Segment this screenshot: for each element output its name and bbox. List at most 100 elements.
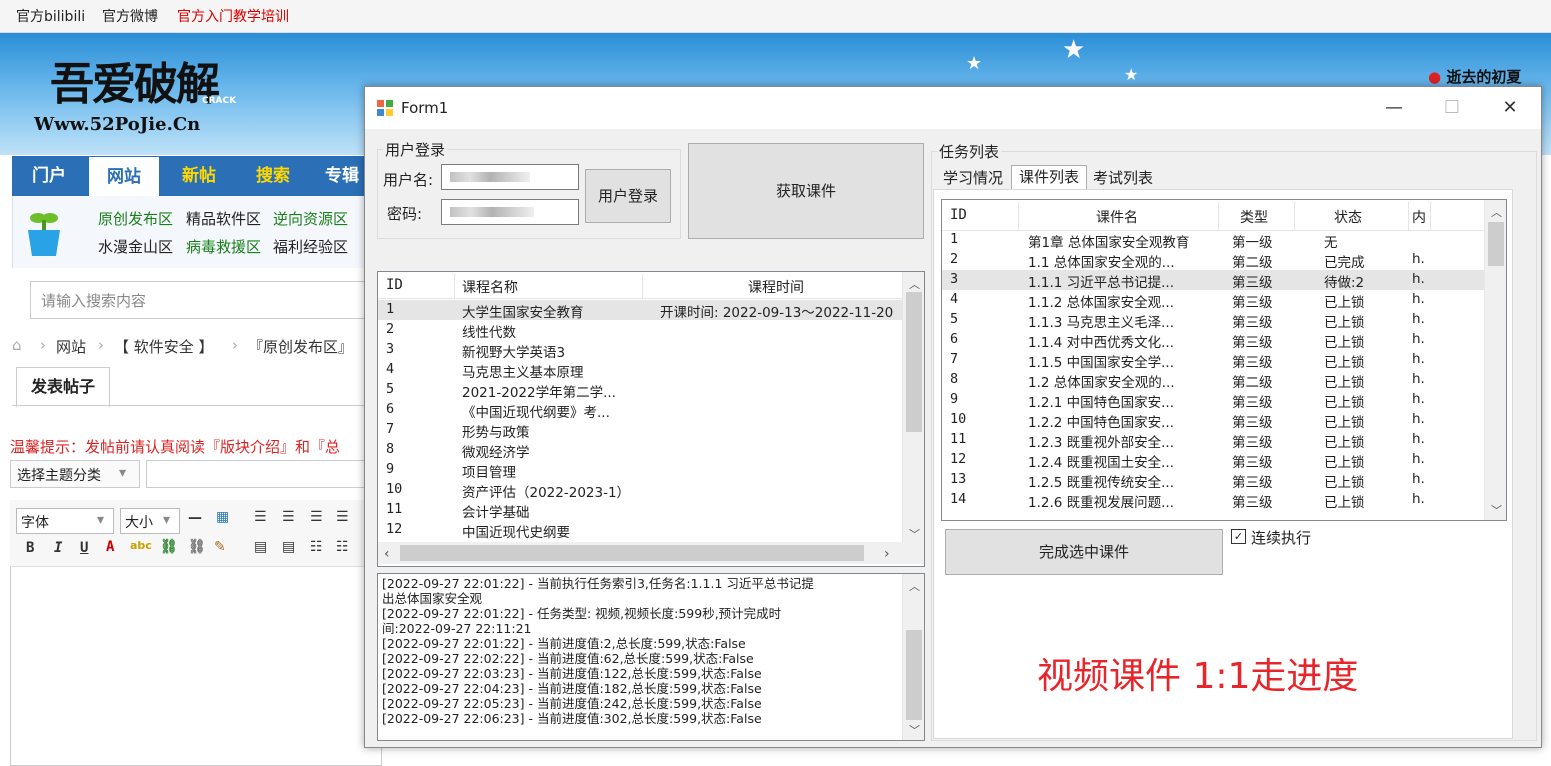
scroll-down-icon[interactable]: ﹀	[909, 526, 920, 542]
table-row[interactable]: 2 1.1 总体国家安全观的... 第二级 已完成 h.	[942, 250, 1506, 271]
col-header[interactable]: 课件名	[1096, 207, 1138, 227]
table-row[interactable]: 4 1.1.2 总体国家安全观... 第三级 已上锁 h.	[942, 290, 1506, 311]
table-row[interactable]: 9 1.2.1 中国特色国家安... 第三级 已上锁 h.	[942, 390, 1506, 411]
minimize-icon[interactable]: —	[1365, 87, 1423, 129]
nav-site[interactable]: 网站	[88, 156, 160, 197]
align-left-icon[interactable]: ☰	[254, 509, 267, 525]
table-row[interactable]: 1 大学生国家安全教育 开课时间: 2022-09-13～2022-11-20	[378, 300, 924, 321]
col-header[interactable]: 内	[1412, 207, 1426, 227]
table-row[interactable]: 6 1.1.4 对中西优秀文化... 第三级 已上锁 h.	[942, 330, 1506, 351]
tab-study-status[interactable]: 学习情况	[939, 167, 1007, 189]
table-row[interactable]: 4 马克思主义基本原理	[378, 360, 924, 381]
scroll-up-icon[interactable]: ︿	[909, 276, 920, 292]
table-row[interactable]: 7 1.1.5 中国国家安全学... 第三级 已上锁 h.	[942, 350, 1506, 371]
table-row[interactable]: 8 1.2 总体国家安全观的... 第二级 已上锁 h.	[942, 370, 1506, 391]
col-header[interactable]: 状态	[1334, 207, 1362, 227]
table-row[interactable]: 10 1.2.2 中国特色国家安... 第三级 已上锁 h.	[942, 410, 1506, 431]
maximize-icon[interactable]: ☐	[1423, 87, 1481, 129]
col-header[interactable]: 课程名称	[462, 277, 518, 297]
link-training[interactable]: 官方入门教学培训	[177, 6, 289, 26]
crumb-security[interactable]: 【 软件安全 】	[114, 336, 214, 357]
tab-post[interactable]: 发表帖子	[16, 367, 110, 408]
nav-albums[interactable]: 专辑	[312, 156, 372, 196]
col-header[interactable]: 类型	[1240, 207, 1268, 227]
table-row[interactable]: 12 中国近现代史纲要	[378, 520, 924, 541]
table-row[interactable]: 11 会计学基础	[378, 500, 924, 521]
table-row[interactable]: 14 1.2.6 既重视发展问题... 第三级 已上锁 h.	[942, 490, 1506, 511]
hr-icon[interactable]: —	[188, 510, 202, 526]
username-field[interactable]	[441, 164, 579, 190]
col-header[interactable]: 课程时间	[748, 277, 804, 297]
align-justify-icon[interactable]: ☰	[336, 509, 349, 525]
subnav-reverse[interactable]: 逆向资源区	[273, 208, 348, 229]
spellcheck-icon[interactable]: abc	[130, 539, 152, 552]
course-list[interactable]: ID 课程名称 课程时间 1 大学生国家安全教育 开课时间: 2022-09-13～…	[377, 271, 925, 567]
close-icon[interactable]: ✕	[1481, 87, 1539, 129]
subnav-welfare[interactable]: 福利经验区	[273, 236, 348, 257]
crumb-site[interactable]: 网站	[56, 336, 86, 357]
scroll-left-icon[interactable]: ‹	[384, 546, 390, 562]
continuous-checkbox[interactable]: ✓	[1231, 529, 1246, 544]
search-input[interactable]: 请输入搜索内容	[30, 281, 372, 319]
crumb-original[interactable]: 『原创发布区』	[248, 336, 353, 357]
col-header[interactable]: ID	[386, 277, 403, 293]
align-center-icon[interactable]: ☰	[282, 509, 295, 525]
scroll-up-icon[interactable]: ︿	[1491, 204, 1502, 220]
ordered-list-icon[interactable]: ☷	[310, 539, 323, 555]
link-icon[interactable]: ⛓	[160, 539, 178, 555]
user-name-link[interactable]: ● 逝去的初夏	[1428, 66, 1521, 87]
category-select[interactable]: 选择主题分类 ▾	[10, 460, 140, 488]
link-bilibili[interactable]: 官方bilibili	[16, 6, 85, 26]
scroll-thumb[interactable]	[906, 630, 922, 720]
complete-selected-button[interactable]: 完成选中课件	[945, 529, 1223, 575]
font-color-icon[interactable]: A	[106, 539, 114, 555]
fetch-courseware-button[interactable]: 获取课件	[688, 143, 924, 239]
vertical-scrollbar[interactable]: ︿ ﹀	[1484, 200, 1506, 520]
site-logo[interactable]: 吾爱破解 CRACK Www.52PoJie.Cn	[32, 48, 272, 140]
scroll-thumb[interactable]	[1488, 222, 1504, 266]
scroll-thumb[interactable]	[400, 545, 864, 561]
table-row[interactable]: 7 形势与政策	[378, 420, 924, 441]
table-icon[interactable]: ▦	[216, 509, 229, 525]
table-row[interactable]: 3 新视野大学英语3	[378, 340, 924, 361]
vertical-scrollbar[interactable]: ︿ ﹀	[902, 574, 924, 740]
table-row[interactable]: 11 1.2.3 既重视外部安全... 第三级 已上锁 h.	[942, 430, 1506, 451]
table-row[interactable]: 2 线性代数	[378, 320, 924, 341]
courseware-list[interactable]: ID 课件名 类型 状态 内 1 第1章 总体国家安全观教育 第一级 无 2 1.1 总体…	[941, 199, 1507, 521]
unordered-list-icon[interactable]: ☷	[336, 539, 349, 555]
table-row[interactable]: 3 1.1.1 习近平总书记提... 第三级 待做:2 h.	[942, 270, 1506, 291]
window-titlebar[interactable]: Form1 — ☐ ✕	[365, 87, 1541, 129]
subnav-water[interactable]: 水漫金山区	[98, 236, 173, 257]
subnav-virus[interactable]: 病毒救援区	[186, 236, 261, 257]
table-row[interactable]: 8 微观经济学	[378, 440, 924, 461]
login-button[interactable]: 用户登录	[585, 169, 671, 223]
font-select[interactable]: 字体 ▾	[16, 508, 114, 534]
tab-exam-list[interactable]: 考试列表	[1087, 167, 1159, 189]
nav-new-posts[interactable]: 新帖	[164, 156, 234, 196]
home-icon[interactable]: ⌂	[12, 336, 22, 354]
password-field[interactable]	[441, 199, 579, 225]
underline-icon[interactable]: U	[80, 540, 88, 556]
italic-icon[interactable]: I	[54, 540, 62, 556]
scroll-down-icon[interactable]: ﹀	[909, 722, 920, 738]
table-row[interactable]: 6 《中国近现代纲要》考...	[378, 400, 924, 421]
link-weibo[interactable]: 官方微博	[102, 6, 158, 26]
unlink-icon[interactable]: ⛓	[188, 539, 206, 555]
table-row[interactable]: 5 1.1.3 马克思主义毛泽... 第三级 已上锁 h.	[942, 310, 1506, 331]
table-row[interactable]: 5 2021-2022学年第二学...	[378, 380, 924, 401]
scroll-right-icon[interactable]: ›	[884, 546, 890, 562]
bold-icon[interactable]: B	[26, 540, 34, 556]
vertical-scrollbar[interactable]: ︿ ﹀	[902, 272, 924, 542]
scroll-down-icon[interactable]: ﹀	[1491, 502, 1502, 518]
title-input[interactable]	[146, 460, 378, 488]
table-row[interactable]: 12 1.2.4 既重视国土安全... 第三级 已上锁 h.	[942, 450, 1506, 471]
scroll-thumb[interactable]	[906, 292, 922, 432]
size-select[interactable]: 大小 ▾	[120, 508, 180, 534]
log-output[interactable]: [2022-09-27 22:01:22] - 当前执行任务索引3,任务名:1.…	[377, 573, 925, 741]
paste-text-icon[interactable]: ▤	[282, 539, 295, 555]
align-right-icon[interactable]: ☰	[310, 509, 323, 525]
table-row[interactable]: 10 资产评估（2022-2023-1）	[378, 480, 924, 501]
table-row[interactable]: 9 项目管理	[378, 460, 924, 481]
table-row[interactable]: 1 第1章 总体国家安全观教育 第一级 无	[942, 230, 1506, 251]
nav-search[interactable]: 搜索	[238, 156, 308, 196]
